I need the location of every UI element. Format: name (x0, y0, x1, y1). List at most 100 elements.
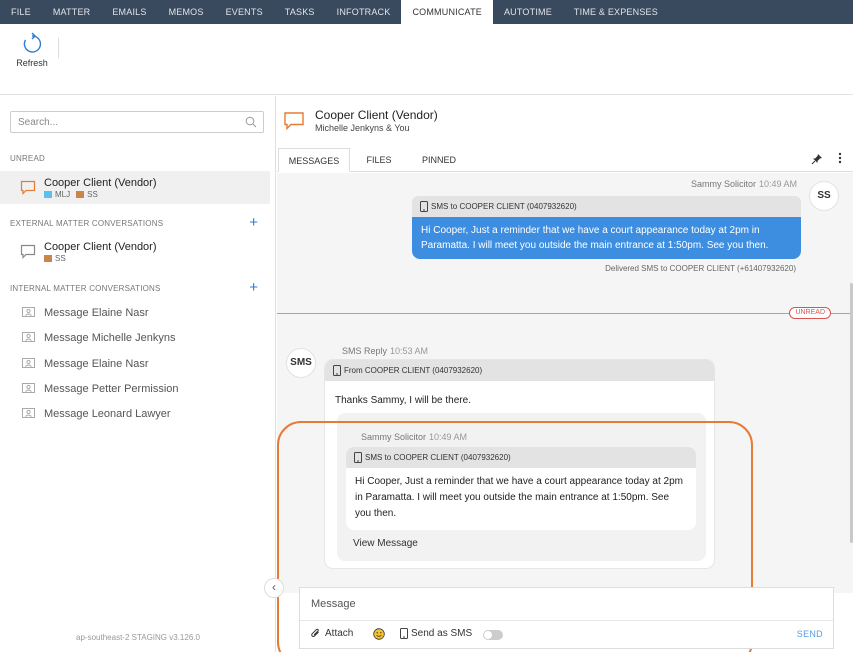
toggle-knob (484, 631, 492, 639)
internal-conversation-label: Message Petter Permission (44, 383, 179, 395)
message-composer: Attach Send as SMS SEND (299, 587, 834, 649)
incoming-message-body: Thanks Sammy, I will be there. (335, 395, 471, 406)
add-external-button[interactable]: + (249, 215, 258, 230)
send-as-sms-toggle[interactable] (483, 630, 503, 640)
quoted-sms-header: SMS to COOPER CLIENT (0407932620) (346, 447, 696, 468)
menu-tab-events[interactable]: EVENTS (215, 0, 274, 24)
outgoing-time: 10:49 AM (758, 179, 797, 189)
internal-conversation-label: Message Elaine Nasr (44, 307, 149, 319)
outgoing-sender-name: Sammy Solicitor (690, 179, 756, 189)
conversation-item-external[interactable]: Cooper Client (Vendor) SS (0, 235, 270, 268)
chat-bubble-icon (20, 244, 36, 259)
search-box (10, 111, 264, 133)
search-icon[interactable] (245, 116, 257, 128)
tab-pinned[interactable]: PINNED (415, 148, 463, 172)
internal-conversation-item[interactable]: Message Elaine Nasr (0, 303, 270, 325)
external-heading: EXTERNAL MATTER CONVERSATIONS (10, 219, 164, 228)
tab-messages[interactable]: MESSAGES (278, 148, 350, 172)
menu-tab-time-expenses[interactable]: TIME & EXPENSES (563, 0, 669, 24)
conversation-title: Cooper Client (Vendor) (315, 108, 438, 122)
internal-heading: INTERNAL MATTER CONVERSATIONS (10, 284, 161, 293)
person-icon (22, 332, 35, 342)
chat-bubble-icon (284, 112, 304, 131)
attach-label: Attach (325, 628, 354, 639)
delivery-status: Delivered SMS to COOPER CLIENT (+6140793… (605, 264, 796, 273)
menu-tab-matter[interactable]: MATTER (42, 0, 102, 24)
avatar: SMS (286, 348, 316, 378)
menu-tab-file[interactable]: FILE (0, 0, 42, 24)
attach-button[interactable]: Attach (310, 628, 353, 639)
composer-toolbar: Attach Send as SMS SEND (300, 622, 833, 649)
tag-color-ss (76, 191, 85, 198)
thread-scrollbar[interactable] (849, 173, 853, 593)
quoted-time: 10:49 AM (429, 432, 468, 442)
conversation-item-unread[interactable]: Cooper Client (Vendor) MLJ SS (0, 171, 270, 204)
phone-icon (333, 365, 341, 376)
add-internal-button[interactable]: + (249, 280, 258, 295)
search-input[interactable] (11, 112, 231, 132)
tag-ss: SS (55, 254, 66, 263)
send-button[interactable]: SEND (797, 629, 823, 639)
incoming-time: 10:53 AM (390, 346, 429, 356)
tag-ss: SS (87, 190, 98, 199)
internal-conversation-item[interactable]: Message Michelle Jenkyns (0, 328, 270, 350)
message-thread[interactable]: Sammy Solicitor 10:49 AM SS SMS to COOPER… (277, 173, 853, 652)
internal-conversation-item[interactable]: Message Petter Permission (0, 379, 270, 401)
quoted-sender: Sammy Solicitor 10:49 AM (361, 432, 467, 442)
refresh-button[interactable]: Refresh (12, 32, 52, 68)
person-icon (22, 307, 35, 317)
outgoing-message-bubble[interactable]: Hi Cooper, Just a reminder that we have … (412, 217, 801, 259)
internal-conversation-label: Message Leonard Lawyer (44, 408, 171, 420)
incoming-message-card[interactable]: From COOPER CLIENT (0407932620) Thanks S… (325, 360, 714, 568)
person-icon (22, 383, 35, 393)
conversation-tags: MLJ SS (44, 190, 104, 199)
internal-conversation-label: Message Elaine Nasr (44, 358, 149, 370)
internal-conversation-item[interactable]: Message Elaine Nasr (0, 354, 270, 376)
top-menu: FILE MATTER EMAILS MEMOS EVENTS TASKS IN… (0, 0, 853, 24)
outgoing-sms-header: SMS to COOPER CLIENT (0407932620) (412, 196, 801, 217)
tag-color-mlj (44, 191, 52, 198)
outgoing-sms-header-text: SMS to COOPER CLIENT (0407932620) (431, 202, 577, 211)
menu-tab-autotime[interactable]: AUTOTIME (493, 0, 563, 24)
outgoing-sender: Sammy Solicitor 10:49 AM (691, 179, 797, 189)
conversation-sidebar: UNREAD Cooper Client (Vendor) MLJ SS EXT… (0, 96, 276, 652)
version-label: ap-southeast-2 STAGING v3.126.0 (76, 633, 200, 642)
conversation-participants: Michelle Jenkyns & You (315, 123, 410, 133)
menu-tab-infotrack[interactable]: INFOTRACK (326, 0, 402, 24)
more-options-icon[interactable] (837, 151, 843, 165)
internal-conversation-label: Message Michelle Jenkyns (44, 332, 176, 344)
message-input[interactable] (300, 588, 833, 621)
quoted-sms-header-text: SMS to COOPER CLIENT (0407932620) (365, 453, 511, 462)
quoted-message-body: Hi Cooper, Just a reminder that we have … (346, 468, 696, 530)
person-icon (22, 408, 35, 418)
menu-tab-tasks[interactable]: TASKS (274, 0, 326, 24)
conversation-title: Cooper Client (Vendor) (44, 177, 157, 189)
tag-mlj: MLJ (55, 190, 71, 199)
chat-bubble-icon (20, 180, 36, 195)
emoji-icon[interactable] (373, 628, 385, 640)
phone-icon (400, 628, 408, 639)
menu-tab-communicate[interactable]: COMMUNICATE (401, 0, 493, 24)
pin-icon[interactable] (811, 153, 823, 165)
incoming-sender: SMS Reply 10:53 AM (342, 346, 428, 356)
incoming-sms-header: From COOPER CLIENT (0407932620) (325, 360, 714, 381)
chevron-left-icon: ‹ (272, 580, 276, 594)
phone-icon (420, 201, 428, 212)
menu-tab-emails[interactable]: EMAILS (101, 0, 157, 24)
view-message-link[interactable]: View Message (353, 538, 418, 549)
quoted-message: Sammy Solicitor 10:49 AM SMS to COOPER CL… (337, 413, 706, 561)
refresh-label: Refresh (16, 58, 48, 68)
person-icon (22, 358, 35, 368)
send-as-sms-text: Send as SMS (411, 628, 473, 639)
unread-badge: UNREAD (789, 307, 831, 319)
menu-tab-memos[interactable]: MEMOS (158, 0, 215, 24)
phone-icon (354, 452, 362, 463)
avatar: SS (809, 181, 839, 211)
incoming-sender-name: SMS Reply (342, 346, 388, 356)
tab-files[interactable]: FILES (358, 148, 400, 172)
tag-color-ss (44, 255, 52, 262)
conversation-tabs: MESSAGES FILES PINNED (277, 148, 853, 172)
internal-conversation-item[interactable]: Message Leonard Lawyer (0, 404, 270, 426)
conversation-tags: SS (44, 254, 72, 263)
collapse-sidebar-button[interactable]: ‹ (264, 578, 284, 598)
